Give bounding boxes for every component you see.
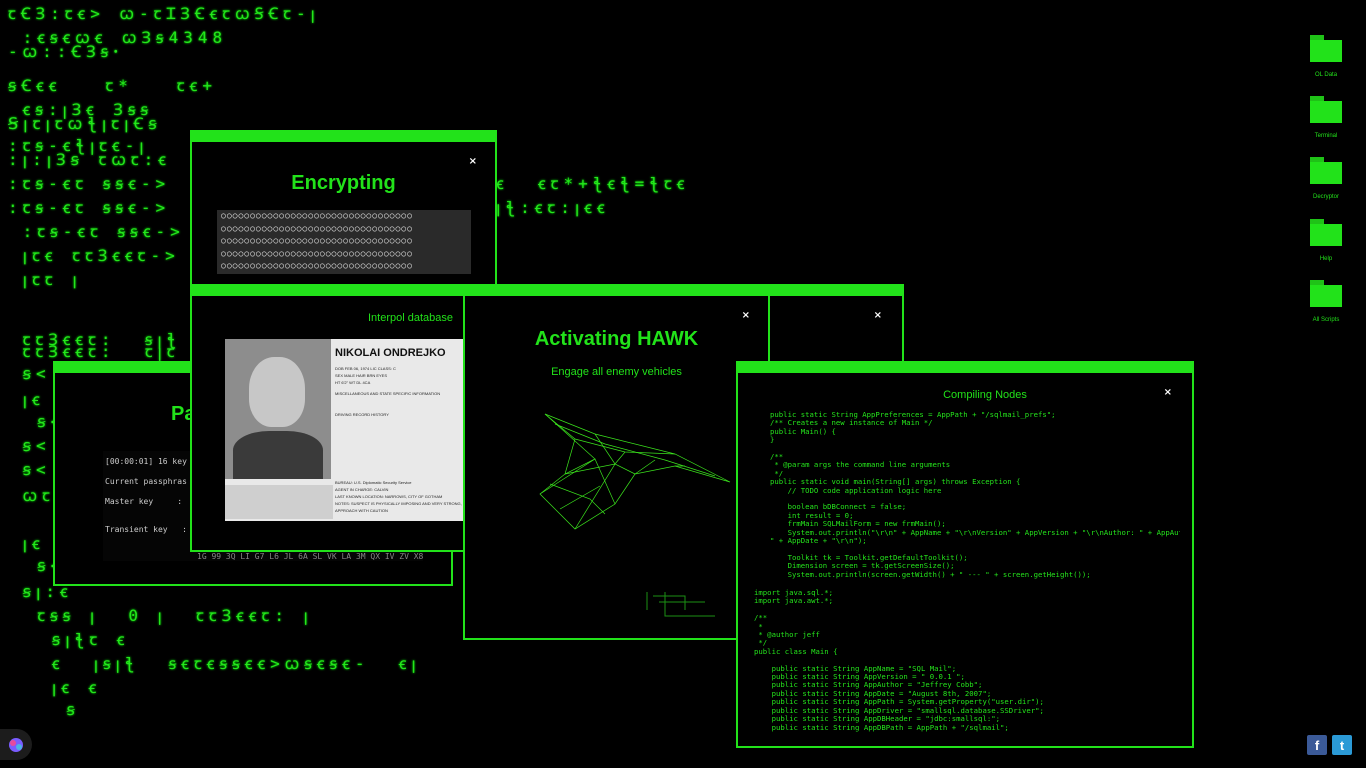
dossier-section: MISCELLANEOUS AND STATE SPECIFIC INFORMA… [335, 391, 441, 396]
glyph-line: ꞩ< [8, 460, 51, 479]
dossier-field: DOB FEB 06, 1974 LIC CLASS: C [335, 366, 396, 371]
window-title: Interpol database [368, 312, 454, 324]
dossier-field: NOTES: SUSPECT IS PHYSICALLY IMPOSING AN… [335, 501, 462, 513]
desktop-icon-label: Help [1319, 256, 1333, 262]
close-icon[interactable]: × [469, 156, 477, 167]
launcher-button[interactable] [0, 729, 32, 760]
facebook-button[interactable]: f [1307, 735, 1327, 755]
desktop-icon-label: All Scripts [1312, 317, 1340, 323]
dossier-section: DRIVING RECORD HISTORY [335, 412, 389, 417]
desktop-icon-label: Decryptor [1312, 194, 1339, 200]
glyph-line: ꞓ ꞓꞇ*+ꞎꞓꞎ=ꞎꞇꞓ [496, 174, 690, 193]
glyph-line: :ꞇꞩ-ꞓꞇ ꞩꞩꞓ-> [8, 174, 171, 193]
glyph-line: ꞁꞎ:ꞓꞇ:ꞁꞓꞓ [496, 198, 610, 217]
mugshot-photo [225, 339, 331, 479]
desktop-icon-ol-data[interactable]: OL Data [1296, 34, 1356, 78]
desktop-icon-help[interactable]: Help [1296, 218, 1356, 262]
window-title: Activating HAWK [534, 328, 699, 350]
desktop-icon-label: OL Data [1314, 72, 1338, 78]
glyph-line: ꞁꞇꞇ ꞁ [8, 270, 82, 289]
window-titlebar[interactable] [192, 132, 495, 142]
window-title: Encrypting [291, 172, 396, 194]
glyph-line: -ꞷ::ꞒꞫꞩꞏ [8, 42, 124, 61]
twitter-button[interactable]: t [1332, 735, 1352, 755]
transient-key-label: Transient key : [105, 525, 187, 534]
glyph-line: ꞩꞁꞎꞇ ꞓ [8, 630, 130, 649]
dossier-field: SEX MALE HAIR BRN EYES [335, 373, 388, 378]
glyph-line: ꞩ [8, 700, 80, 719]
passphrase-label: Current passphras [105, 477, 187, 486]
glyph-line: ꞁꞓ [8, 534, 45, 553]
desktop-icon-all-scripts[interactable]: All Scripts [1296, 279, 1356, 323]
encryption-dot-grid: ○○○○○○○○○○○○○○○○○○○○○○○○○○○○○○○○○ ○○○○○○… [217, 210, 471, 274]
window-subtitle: Engage all enemy vehicles [551, 366, 682, 378]
folder-icon [1310, 96, 1342, 123]
folder-icon [1310, 219, 1342, 246]
glyph-line: ꞩ< [8, 364, 51, 383]
glyph-line: ꞁꞇꞓ ꞇꞇꞫꞓꞓꞇ-> [8, 246, 180, 265]
glyph-line: :ꞇꞩ-ꞓꞇ ꞩꞩꞓ-> [8, 198, 171, 217]
close-icon[interactable]: × [874, 310, 882, 321]
dossier-field: HT 6'2" WT DL 4CA [335, 380, 371, 385]
dossier-field: LAST KNOWN LOCATION: NARROWS, CITY OF GO… [335, 494, 443, 499]
dossier-card: NIKOLAI ONDREJKO DOB FEB 06, 1974 LIC CL… [225, 339, 465, 521]
master-key-label: Master key : [105, 497, 183, 506]
desktop-icon-decryptor[interactable]: Decryptor [1296, 156, 1356, 200]
code-listing: import java.sql.*; import java.awt.*; /*… [754, 589, 1044, 732]
glyph-line: ꞷꞇ [8, 486, 55, 505]
folder-icon [1310, 280, 1342, 307]
circuit-icon [646, 592, 715, 617]
fingerprint-thumbnails [225, 485, 333, 519]
dossier-field: AGENT IN CHARGE: CALVIN [335, 487, 389, 492]
window-titlebar[interactable] [738, 363, 1192, 373]
code-listing: public static String AppPreferences = Ap… [770, 411, 1180, 579]
glyph-line: :ꞇꞩ-ꞓꞇ ꞩꞩꞓ-> [8, 222, 185, 241]
glyph-line: ꞩꞒꞓꞓ ꞇ* ꞇꞓ+ [8, 76, 217, 95]
glyph-line: ꞇꞒꞫ:ꞇꞓ> ꞷ-ꞇꞮꞫꞒꞓꞇꞷꞨꞒꞇ-ꞁ [8, 4, 320, 23]
wireframe-jet-icon [539, 413, 731, 530]
glyph-line: ꞇꞇꞫꞓꞓꞇ: ꞇꞁꞇ [8, 342, 180, 361]
glyph-line: ꞁꞓ [8, 390, 45, 409]
glyph-line: ꞓ ꞁꞩꞁꞎ ꞩꞓꞇꞓꞩꞩꞓꞓ>ꞷꞩꞓꞩꞓ- ꞓꞁ [8, 654, 421, 673]
glyph-line: ꞇꞩꞩ ꞁ 0 ꞁ ꞇꞇꞫꞓꞓꞇ: ꞁ [8, 606, 313, 625]
desktop-icon-label: Terminal [1314, 133, 1338, 139]
hawk-window[interactable]: × Activating HAWK Engage all enemy vehic… [463, 294, 770, 592]
glyph-line: ꞩ< [8, 436, 51, 455]
window-title: Compiling Nodes [943, 389, 1027, 401]
compiling-window[interactable]: × Compiling Nodes public static String A… [736, 361, 1194, 748]
log-line: [00:00:01] 16 key [105, 457, 187, 466]
folder-icon [1310, 35, 1342, 62]
key-string: 1G 99 3Q LI G7 L6 JL 6A SL VK LA 3M QX I… [197, 552, 424, 561]
desktop-icon-terminal[interactable]: Terminal [1296, 95, 1356, 139]
glyph-line: ꞨꞁꞇꞁꞇꞷꞎꞁꞇꞁꞒꞩ [8, 114, 162, 133]
folder-icon [1310, 157, 1342, 184]
glyph-line: :ꞁ:ꞁꞫꞩ ꞇꞷꞇ:ꞓ [8, 150, 171, 169]
glyph-line: ꞁꞓ ꞓ [8, 678, 102, 697]
suspect-name: NIKOLAI ONDREJKO [335, 347, 446, 359]
brain-icon [9, 738, 23, 752]
hawk-window-lower [463, 590, 770, 640]
encrypting-window[interactable]: × Encrypting ○○○○○○○○○○○○○○○○○○○○○○○○○○○… [190, 130, 497, 290]
close-icon[interactable]: × [742, 310, 750, 321]
dossier-field: BUREAU: U.S. Diplomatic Security Service [335, 480, 412, 485]
